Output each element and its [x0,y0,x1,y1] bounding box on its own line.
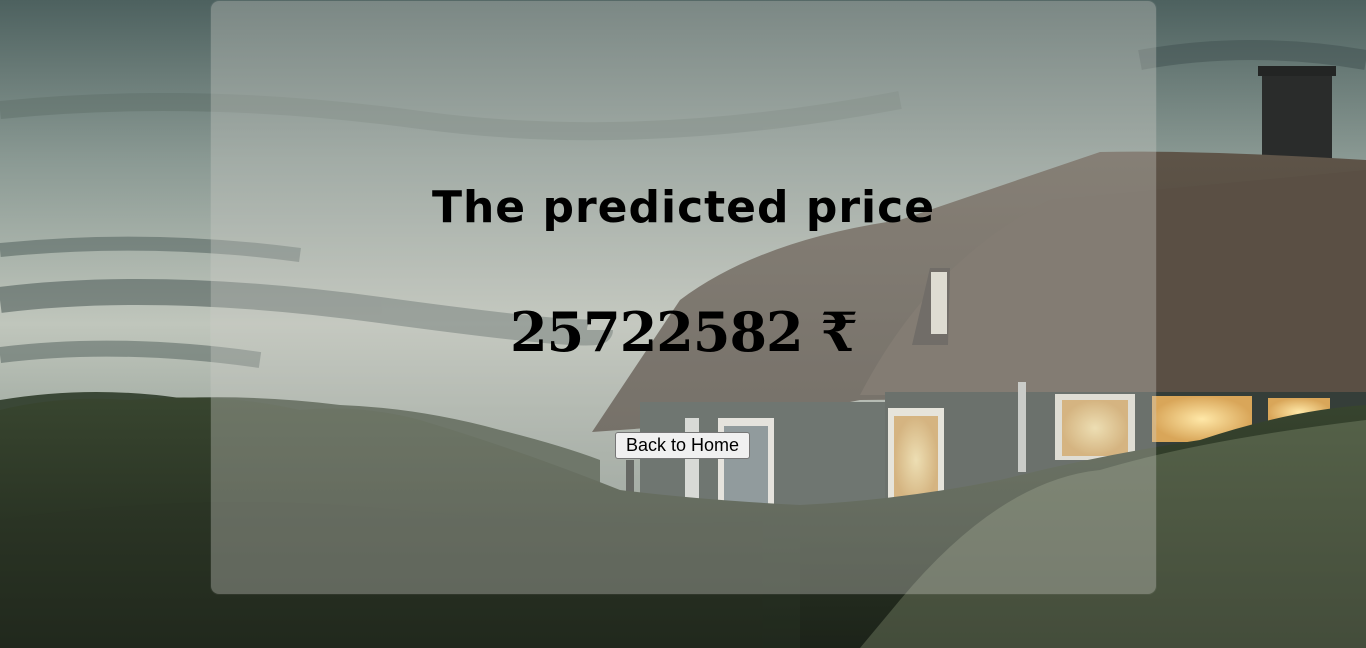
predicted-price-value: 25722582 ₹ [510,300,858,364]
result-card: The predicted price 25722582 ₹ Back to H… [211,1,1156,594]
back-to-home-button[interactable]: Back to Home [615,432,750,459]
predicted-price-heading: The predicted price [431,182,936,233]
